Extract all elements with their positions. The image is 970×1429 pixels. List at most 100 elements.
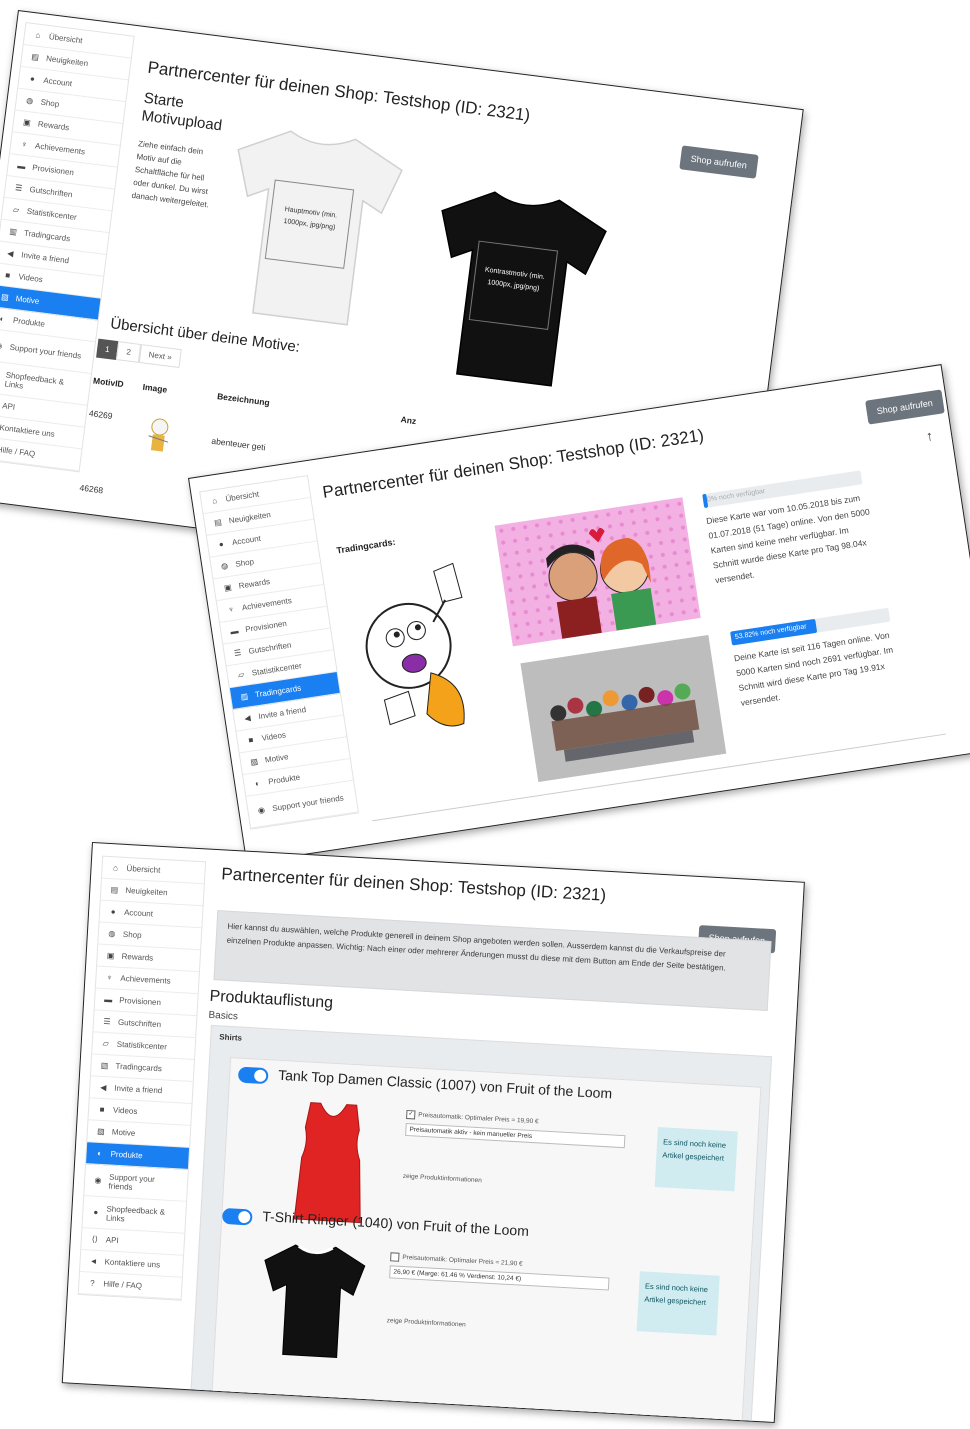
sidebar-item-label: Shop	[122, 929, 142, 940]
sidebar-item-label: Support your friends	[271, 793, 345, 814]
sidebar-item-label: Rewards	[37, 119, 70, 133]
tradingcard-2-image	[520, 634, 727, 783]
product-2-name: T-Shirt Ringer (1040) von Fruit of the L…	[261, 1208, 530, 1239]
upload-text: Ziehe einfach dein Motiv auf die Schaltf…	[131, 139, 210, 210]
sidebar: ⌂ Übersicht ▤ Neuigkeiten ● Account ◍ Shop ▣ Rewa…	[0, 22, 135, 473]
newspaper-icon: ▤	[30, 52, 40, 62]
sidebar-item-label: Motive	[111, 1127, 136, 1138]
sidebar-item-label: Invite a friend	[20, 250, 70, 266]
sidebar-item-label: Gutschriften	[117, 1017, 162, 1030]
sidebar-item-label: Account	[42, 75, 73, 89]
image-icon: ▧	[96, 1126, 105, 1137]
main-motif-label: Hauptmotiv (min. 1000px, jpg/png)	[264, 179, 355, 269]
sidebar-item-label: API	[1, 401, 16, 412]
products-subheading: Basics	[208, 1009, 239, 1023]
video-icon: ■	[247, 735, 254, 745]
product-1-checkbox[interactable]: ✓	[406, 1109, 416, 1120]
user-icon: ●	[218, 539, 225, 550]
cards-icon: ▥	[239, 691, 249, 702]
sidebar-item-label: Account	[231, 533, 262, 548]
product-1-toggle[interactable]	[237, 1066, 269, 1085]
list-icon: ☰	[233, 648, 242, 659]
product-2-info-link[interactable]: zeige Produktinformationen	[387, 1317, 466, 1328]
home-icon: ⌂	[211, 495, 218, 506]
image-icon: ▧	[0, 292, 10, 303]
sidebar-item-label: Invite a friend	[114, 1083, 163, 1096]
table-row: 46268	[79, 483, 104, 496]
sidebar-item-label: Achievements	[241, 595, 293, 613]
sidebar: ⌂ Übersicht ▤ Neuigkeiten ● Account ◍ Shop ▣ Rewa…	[199, 475, 360, 830]
sidebar-item-label: Videos	[261, 730, 287, 743]
sidebar-item-label: Hilfe / FAQ	[0, 444, 36, 459]
sidebar-item-label: Account	[123, 907, 154, 919]
product-2-price-select[interactable]: 26,90 € (Marge: 61.46 % Verdienst: 10,24…	[389, 1265, 610, 1291]
card-1-progress-fill: 0% noch verfügbar	[702, 488, 766, 509]
sidebar-item-label: Neuigkeiten	[45, 53, 89, 69]
sidebar-item-label: Tradingcards	[23, 228, 71, 244]
bullhorn-icon: ◀	[243, 713, 252, 724]
sidebar-item-label: Kontaktiere uns	[0, 423, 56, 439]
cards-icon: ▥	[100, 1060, 109, 1071]
globe-icon: ◍	[108, 929, 116, 939]
shop-button[interactable]: Shop aufrufen	[865, 389, 945, 425]
support-icon: ◉	[257, 805, 266, 816]
bullhorn-icon: ◀	[6, 248, 15, 259]
newspaper-icon: ▤	[213, 517, 223, 528]
intro-text: Hier kannst du auswählen, welche Produkt…	[226, 921, 727, 973]
main-motif-dropzone[interactable]: Hauptmotiv (min. 1000px, jpg/png)	[213, 114, 412, 334]
contrast-motif-dropzone[interactable]: Kontrastmotiv (min. 1000px, jpg/png)	[417, 175, 616, 395]
user-icon: ●	[110, 907, 116, 917]
page-title: Partnercenter für deinen Shop: Testshop …	[220, 864, 607, 905]
sidebar-item-label: Support your friends	[9, 342, 82, 361]
globe-icon: ◍	[25, 95, 34, 106]
sidebar-item-label: Übersicht	[224, 489, 260, 504]
sidebar-item-label: Provisionen	[118, 995, 162, 1008]
toggle-icon: ◐	[96, 1148, 103, 1159]
mascot-illustration	[345, 557, 491, 753]
sidebar-item-label: Neuigkeiten	[125, 885, 168, 898]
card-1-text: Diese Karte war vom 10.05.2018 bis zum 0…	[705, 492, 871, 586]
question-icon: ?	[89, 1278, 95, 1288]
sidebar-item-label: Gutschriften	[247, 640, 292, 656]
sidebar-item-label: Shopfeedback & Links	[4, 369, 65, 391]
trophy-icon: ♆	[227, 604, 235, 615]
sidebar-item-label: Provisionen	[31, 163, 75, 178]
money-icon: ▬	[16, 161, 26, 172]
sidebar-item-label: Kontaktiere uns	[104, 1257, 161, 1270]
sidebar-item-label: Statistikcenter	[26, 206, 78, 222]
product-2-checkbox[interactable]	[390, 1252, 400, 1262]
money-icon: ▬	[103, 994, 113, 1005]
product-2-info-box: Es sind noch keine Artikel gespeichert	[636, 1271, 720, 1336]
trophy-icon: ♆	[106, 973, 113, 983]
product-1-info-box: Es sind noch keine Artikel gespeichert	[654, 1127, 738, 1192]
product-1-info-link[interactable]: zeige Produktinformationen	[403, 1173, 482, 1184]
support-icon: ◉	[0, 340, 3, 351]
code-icon: ⟨⟩	[91, 1234, 99, 1244]
product-1-image	[282, 1096, 379, 1226]
col-anz: Anz	[400, 414, 417, 427]
page-next[interactable]: Next »	[138, 344, 182, 369]
product-2-price-auto-label: Preisautomatik: Optimaler Preis = 21,90 …	[402, 1253, 523, 1268]
contrast-motif-label: Kontrastmotiv (min. 1000px, jpg/png)	[468, 240, 559, 330]
sidebar-item-hilfe-faq[interactable]: ? Hilfe / FAQ	[78, 1271, 182, 1300]
sidebar-item-label: Tradingcards	[115, 1061, 163, 1074]
shop-button[interactable]: Shop aufrufen	[679, 145, 759, 179]
row-id: 46268	[79, 482, 104, 496]
money-icon: ▬	[229, 626, 240, 637]
page-1[interactable]: 1	[96, 338, 119, 361]
product-1-price-select[interactable]: Preisautomatik aktiv - kein manueller Pr…	[405, 1122, 626, 1149]
back-to-top-arrow-icon[interactable]: ↑	[925, 427, 934, 444]
sidebar-item-label: Übersicht	[48, 32, 84, 46]
sidebar-item-label: Tradingcards	[254, 683, 302, 700]
sidebar-item-label: Produkte	[267, 772, 301, 787]
globe-icon: ◍	[220, 561, 229, 571]
sidebar: ⌂ Übersicht ▤ Neuigkeiten ● Account ◍ Shop ▣ Rewa…	[77, 855, 207, 1301]
sidebar-item-label: Hilfe / FAQ	[103, 1279, 143, 1291]
product-card: Tank Top Damen Classic (1007) von Fruit …	[210, 1057, 762, 1424]
col-bezeichnung: Bezeichnung	[216, 391, 271, 408]
product-2-toggle[interactable]	[221, 1207, 253, 1226]
sidebar-item-label: Provisionen	[244, 618, 288, 635]
sidebar-item-label: Produkte	[110, 1149, 143, 1161]
page-2[interactable]: 2	[116, 341, 142, 363]
sidebar-item-label: Invite a friend	[257, 705, 307, 722]
